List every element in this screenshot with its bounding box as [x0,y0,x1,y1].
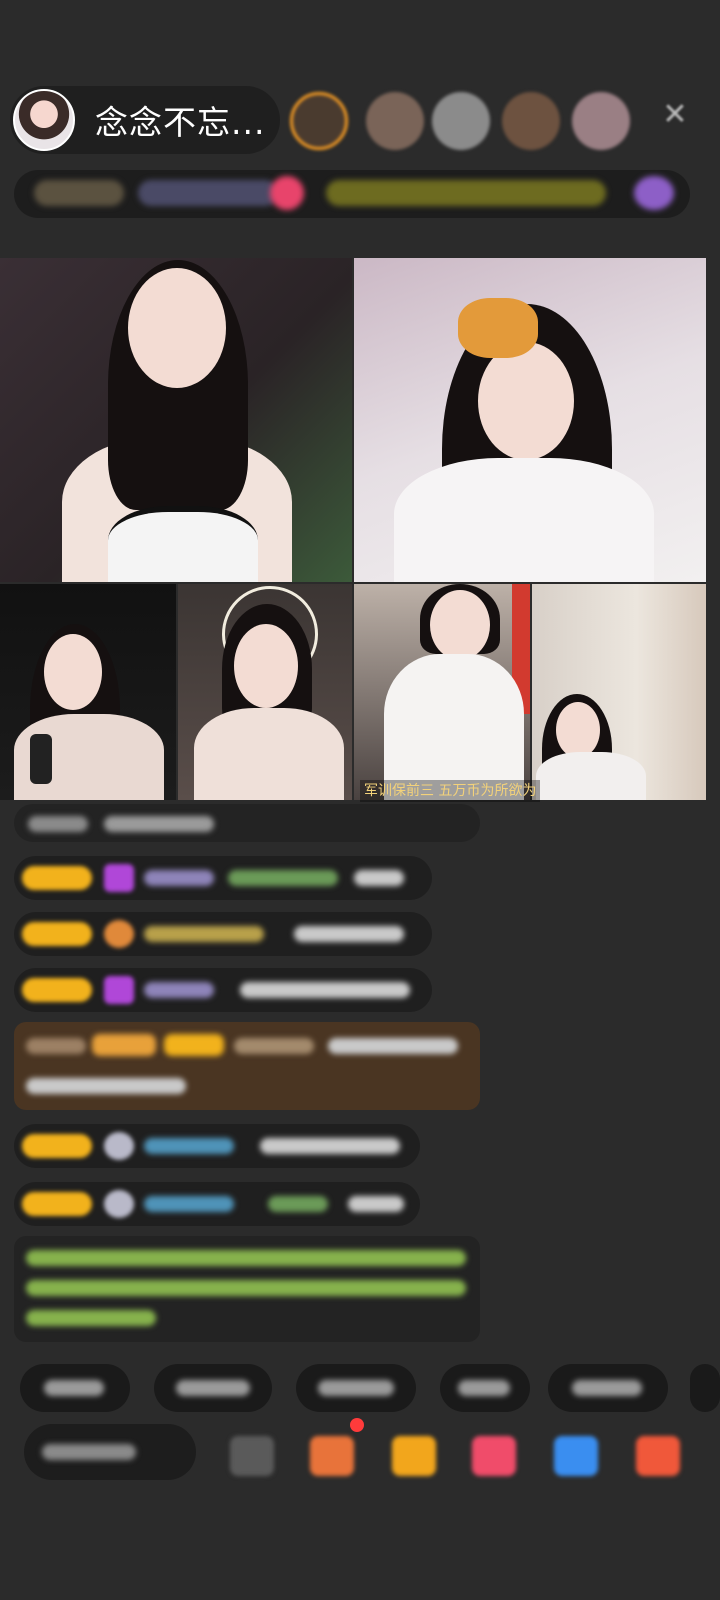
comment-input[interactable] [24,1424,196,1480]
chat-message[interactable] [14,968,432,1012]
diamond-icon [104,864,134,892]
chat-message[interactable] [14,912,432,956]
video-caption: 军训保前三 五万币为所欲为 [360,780,540,802]
chat-icon[interactable] [554,1436,598,1476]
rank-badge [138,180,278,206]
chat-message[interactable] [14,804,480,842]
viewer-avatar[interactable] [432,92,490,150]
level-badge [22,1192,92,1216]
chat-message[interactable] [14,1124,420,1168]
avatar-icon [104,1190,134,1218]
host-name: 念念不忘... [95,103,266,142]
viewer-avatar[interactable] [572,92,630,150]
gift-icon[interactable] [636,1436,680,1476]
viewer-avatar[interactable] [366,92,424,150]
room-badge [34,180,124,206]
video-tile-host[interactable] [0,258,352,582]
fan-icon [104,920,134,948]
system-notice [14,1236,480,1342]
host-avatar[interactable] [13,89,75,151]
viewer-avatar[interactable] [290,92,348,150]
level-badge [22,1134,92,1158]
fan-club-icon[interactable] [310,1436,354,1476]
video-tile-guest-2[interactable] [0,584,176,800]
quick-reply-chip[interactable] [296,1364,416,1412]
level-badge [22,866,92,890]
chat-message[interactable] [14,1182,420,1226]
level-badge [22,922,92,946]
quick-reply-chip[interactable] [440,1364,530,1412]
like-icon[interactable] [472,1436,516,1476]
viewer-avatar[interactable] [502,92,560,150]
gift-box-icon[interactable] [392,1436,436,1476]
quick-reply-chip[interactable] [548,1364,668,1412]
video-tile-guest-1[interactable] [354,258,706,582]
microphone-icon [30,734,52,784]
video-tile-guest-3[interactable] [178,584,352,800]
notification-dot [350,1418,364,1432]
chat-message[interactable] [14,856,432,900]
quick-reply-chip[interactable] [690,1364,720,1412]
share-icon[interactable] [230,1436,274,1476]
chat-message-highlight[interactable] [14,1022,480,1110]
diamond-icon [104,976,134,1004]
video-tile-guest-5[interactable] [532,584,706,800]
quick-reply-chip[interactable] [20,1364,130,1412]
bear-hair-clip [458,298,538,358]
level-badge [22,978,92,1002]
close-icon[interactable]: ✕ [660,100,690,130]
video-tile-guest-4[interactable] [354,584,530,800]
gift-icon [270,176,304,210]
quick-reply-chip[interactable] [154,1364,272,1412]
avatar-icon [104,1132,134,1160]
room-info-bar[interactable] [14,170,690,218]
activity-icon[interactable] [634,176,674,210]
host-info-pill[interactable]: 念念不忘... [10,86,280,154]
notice-marquee [326,180,606,206]
